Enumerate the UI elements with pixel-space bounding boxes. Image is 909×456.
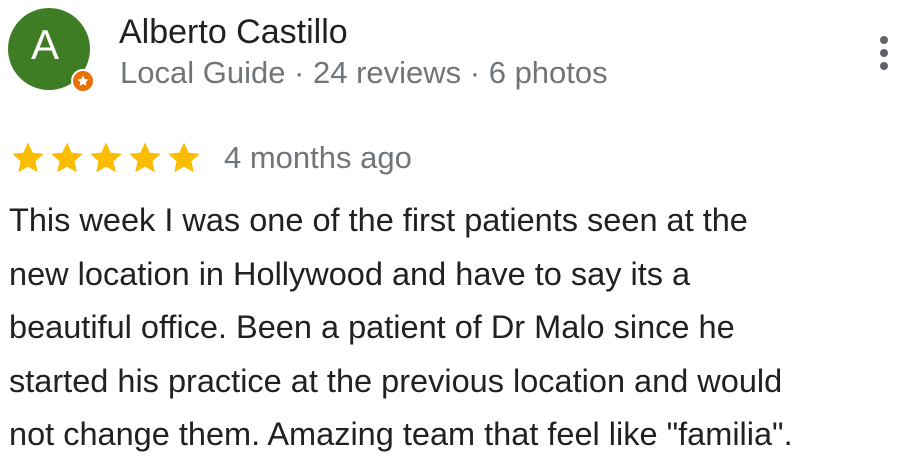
review-text-line: not change them. Amazing team that feel … [9, 416, 793, 452]
review-text: This week I was one of the first patient… [9, 194, 907, 456]
avatar-initial: A [31, 21, 60, 68]
review-date: 4 months ago [224, 140, 412, 175]
review-text-line: This week I was one of the first patient… [9, 202, 748, 238]
review-text-line: new location in Hollywood and have to sa… [9, 255, 691, 292]
star-icon [129, 142, 161, 173]
star-icon [168, 142, 200, 173]
review-text-line: beautiful office. Been a patient of Dr M… [9, 309, 735, 345]
rating-row: 4 months ago [9, 138, 412, 178]
badge-star-icon [77, 75, 89, 86]
star-rating [9, 139, 203, 177]
reviewer-meta: Local Guide · 24 reviews · 6 photos [120, 55, 608, 90]
local-guide-badge-icon [71, 69, 95, 93]
more-options-button[interactable] [866, 30, 902, 76]
more-vertical-icon [880, 36, 888, 70]
reviewer-name[interactable]: Alberto Castillo [119, 12, 348, 52]
star-icon [12, 142, 44, 173]
star-icon [90, 142, 122, 173]
reviewer-avatar[interactable]: A [8, 8, 95, 93]
review-card: A Alberto Castillo Local Guide · 24 revi… [0, 0, 909, 456]
star-icon [51, 142, 83, 173]
review-text-line: started his practice at the previous loc… [9, 362, 783, 399]
